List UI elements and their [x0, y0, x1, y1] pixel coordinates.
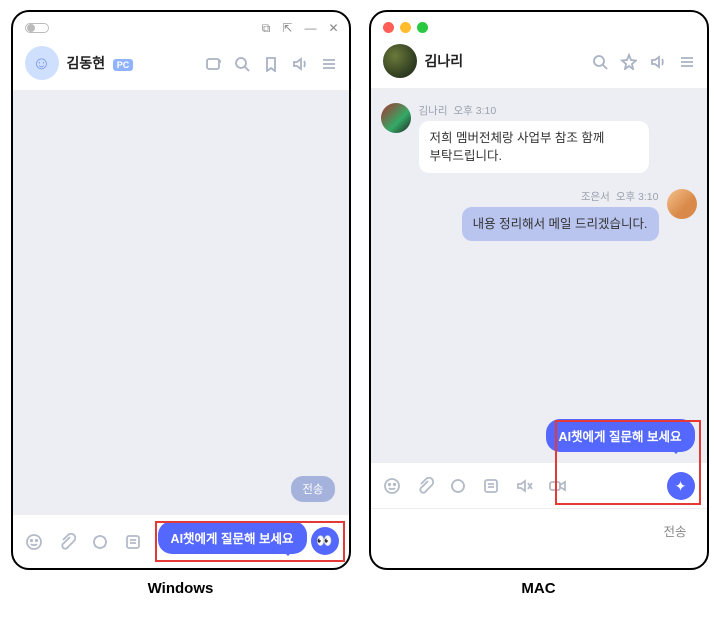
video-icon[interactable] [548, 477, 566, 495]
message-avatar[interactable] [667, 189, 697, 219]
chat-header: ☺ 김동현 PC [13, 40, 349, 91]
chat-username: 김동현 [67, 55, 106, 71]
ai-chat-tooltip: AI챗에게 질문해 보세요 [158, 521, 307, 554]
ai-chat-button[interactable] [311, 527, 339, 555]
send-button[interactable]: 전송 [655, 517, 694, 544]
ai-chat-button[interactable] [667, 472, 695, 500]
minimize-icon[interactable] [400, 22, 411, 33]
sparkle-icon[interactable] [449, 477, 467, 495]
ai-chat-tooltip: AI챗에게 질문해 보세요 [546, 419, 695, 452]
message-bubble[interactable]: 저희 멤버전체랑 사업부 참조 함께 부탁드립니다. [419, 121, 649, 173]
send-button[interactable]: 전송 [291, 476, 334, 502]
mac-chat-window: 김나리 김나리 오후 3:10 저 [369, 10, 709, 570]
emoji-icon[interactable] [383, 477, 401, 495]
avatar[interactable]: ☺ [25, 46, 59, 80]
mute-toggle-icon[interactable] [515, 477, 533, 495]
chat-toolbar [371, 462, 707, 508]
message-input-area[interactable]: 전송 [371, 508, 707, 568]
speaker-icon[interactable] [649, 53, 666, 70]
attachment-icon[interactable] [416, 477, 434, 495]
chat-message-area: 전송 [13, 91, 349, 514]
note-icon[interactable] [124, 533, 142, 551]
menu-icon[interactable] [678, 53, 695, 70]
chat-username: 김나리 [425, 51, 464, 71]
chat-header: 김나리 [371, 38, 707, 89]
sparkle-icon[interactable] [91, 533, 109, 551]
message-time: 오후 3:10 [453, 103, 496, 118]
message-row: 김나리 오후 3:10 저희 멤버전체랑 사업부 참조 함께 부탁드립니다. [381, 103, 697, 173]
message-sender: 김나리 [419, 103, 448, 118]
window-titlebar: ⧉ ⇱ — ✕ [13, 12, 349, 40]
pc-badge: PC [113, 59, 134, 71]
panel-caption-windows: Windows [148, 580, 214, 597]
windows-chat-window: ⧉ ⇱ — ✕ ☺ 김동현 PC [11, 10, 351, 570]
message-bubble[interactable]: 내용 정리해서 메일 드리겠습니다. [462, 207, 659, 241]
note-icon[interactable] [482, 477, 500, 495]
emoji-icon[interactable] [25, 533, 43, 551]
chat-message-area: 김나리 오후 3:10 저희 멤버전체랑 사업부 참조 함께 부탁드립니다. 조… [371, 89, 707, 462]
close-icon[interactable]: ✕ [328, 21, 338, 36]
bookmark-icon[interactable] [262, 55, 279, 72]
minimize-icon[interactable]: — [304, 21, 316, 36]
maximize-icon[interactable] [417, 22, 428, 33]
search-icon[interactable] [591, 53, 608, 70]
popout-icon[interactable]: ⧉ [262, 21, 271, 36]
menu-icon[interactable] [320, 55, 337, 72]
avatar[interactable] [383, 44, 417, 78]
chat-toolbar: AI챗에게 질문해 보세요 [13, 514, 349, 568]
search-icon[interactable] [233, 55, 250, 72]
pin-icon[interactable]: ⇱ [282, 21, 292, 36]
attachment-icon[interactable] [58, 533, 76, 551]
message-time: 오후 3:10 [616, 189, 659, 204]
star-icon[interactable] [620, 53, 637, 70]
message-avatar[interactable] [381, 103, 411, 133]
message-row: 조은서 오후 3:10 내용 정리해서 메일 드리겠습니다. [381, 189, 697, 241]
panel-caption-mac: MAC [521, 580, 555, 597]
close-icon[interactable] [383, 22, 394, 33]
window-slider-control[interactable] [25, 23, 49, 33]
capture-icon[interactable] [204, 55, 221, 72]
speaker-icon[interactable] [291, 55, 308, 72]
message-sender: 조은서 [581, 189, 610, 204]
window-titlebar [371, 12, 707, 38]
